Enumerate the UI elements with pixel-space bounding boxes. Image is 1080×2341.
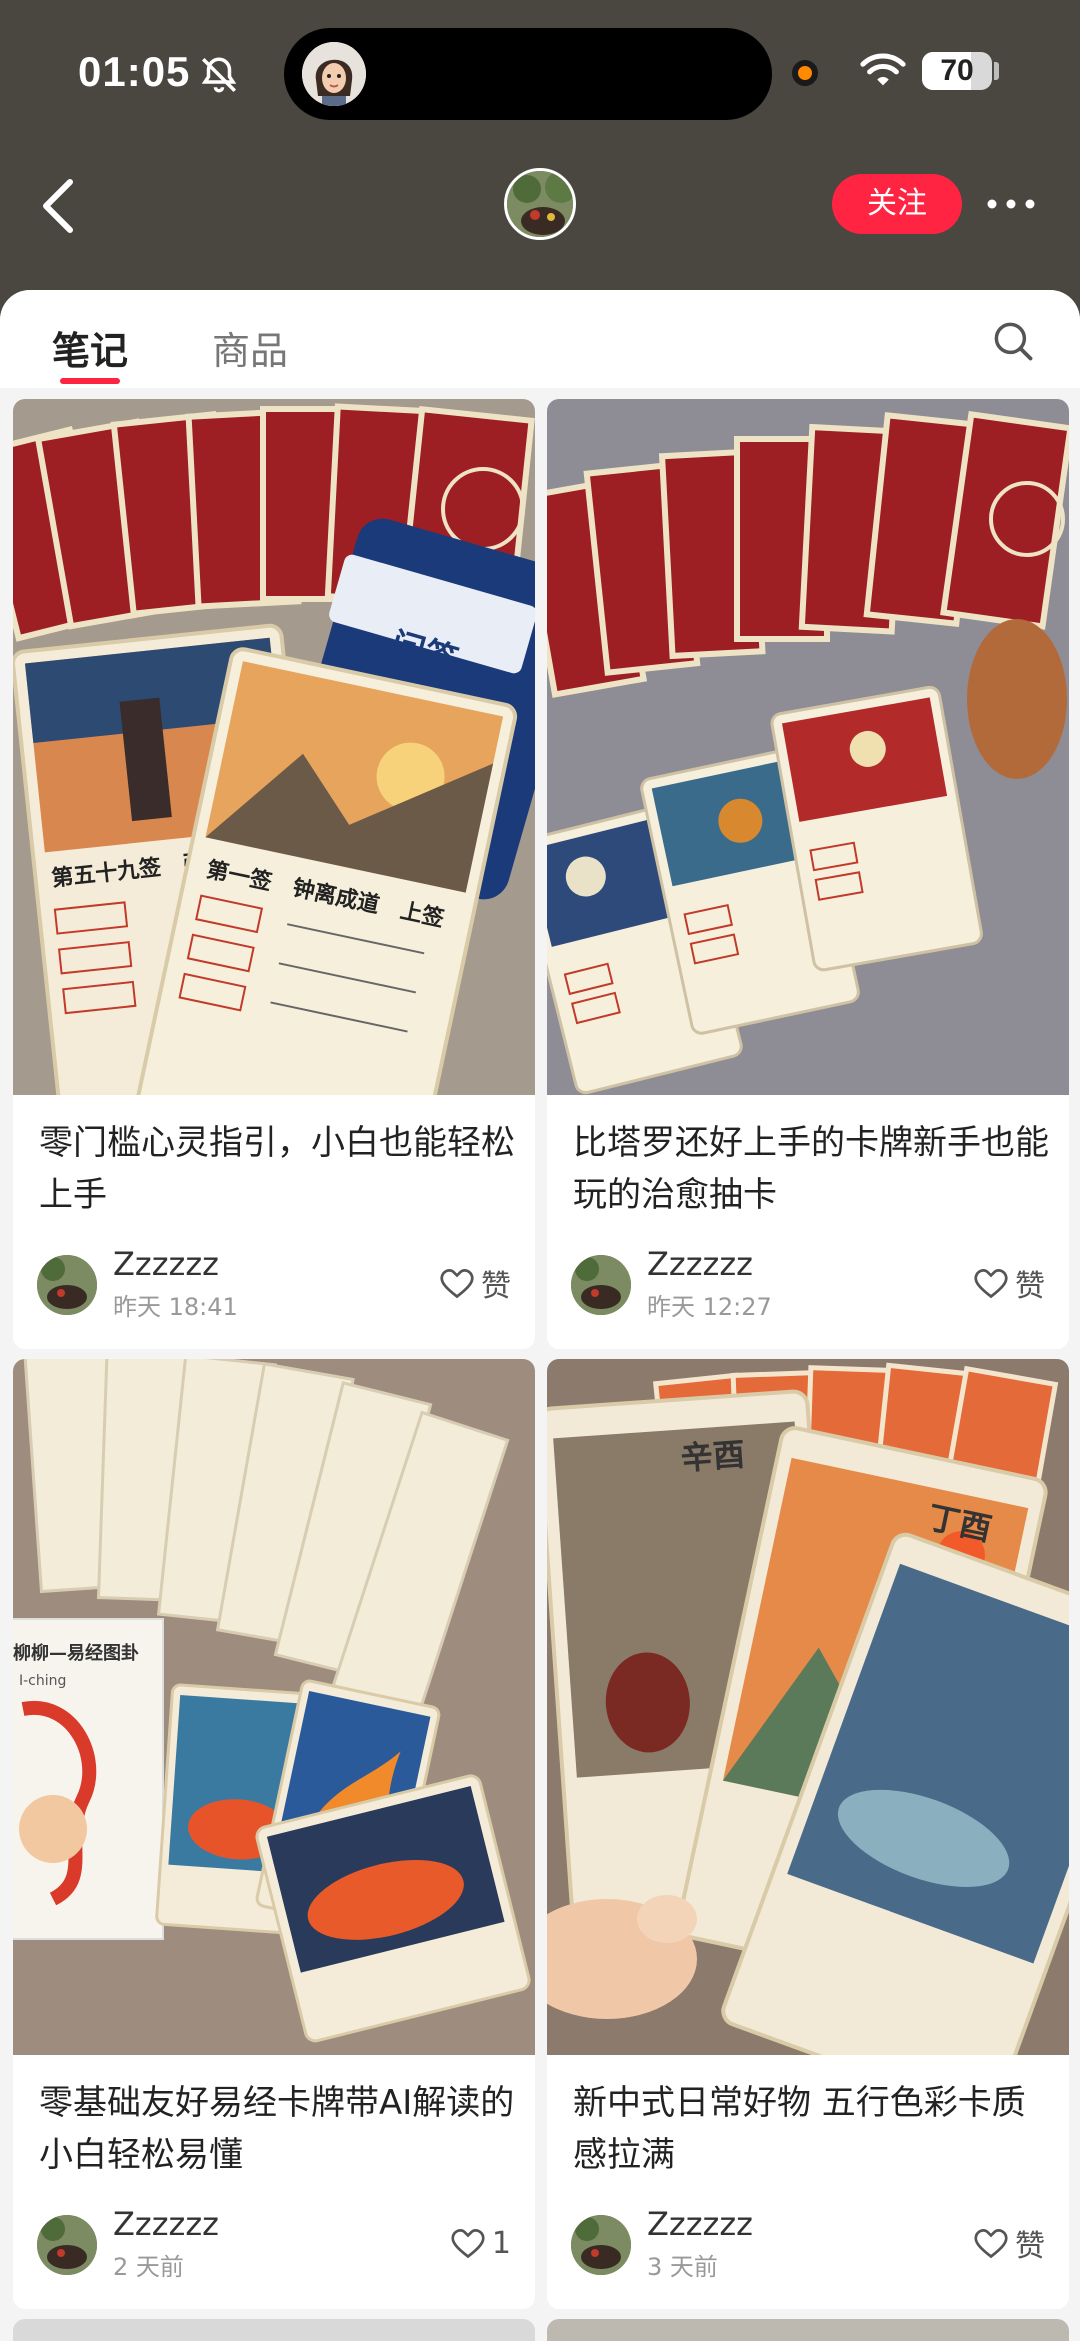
author-name[interactable]: Zzzzzz <box>113 1245 219 1283</box>
note-title[interactable]: 新中式日常好物 五行色彩卡质感拉满 <box>573 2077 1051 2181</box>
memoji-avatar <box>302 42 366 106</box>
like-button[interactable]: 1 <box>450 2223 511 2263</box>
author-avatar[interactable] <box>37 1255 97 1315</box>
like-count: 赞 <box>1015 1269 1045 1304</box>
note-card[interactable]: 辛酉 丁酉 辛亥 新中式日常好物 五行色彩卡质感 <box>547 1359 1069 2309</box>
box-title: 柳柳—易经图卦 <box>13 1642 139 1664</box>
back-icon[interactable] <box>38 176 78 236</box>
note-cover-image[interactable]: 柳柳—易经图卦 I-ching <box>13 1359 535 2055</box>
like-button[interactable]: 赞 <box>439 1263 511 1304</box>
like-count: 1 <box>491 2225 511 2261</box>
like-button[interactable]: 赞 <box>973 1263 1045 1304</box>
battery-indicator: 70 <box>922 52 992 90</box>
search-icon[interactable] <box>992 320 1034 362</box>
heart-icon <box>451 2229 485 2259</box>
note-card-partial[interactable] <box>13 2319 535 2341</box>
like-button[interactable]: 赞 <box>973 2223 1045 2264</box>
author-avatar[interactable] <box>571 2215 631 2275</box>
note-title[interactable]: 比塔罗还好上手的卡牌新手也能玩的治愈抽卡 <box>573 1117 1051 1221</box>
more-options-icon[interactable] <box>986 198 1036 210</box>
author-avatar[interactable] <box>571 1255 631 1315</box>
heart-icon <box>440 1269 474 1299</box>
note-time: 3 天前 <box>647 2253 718 2281</box>
heart-icon <box>974 2229 1008 2259</box>
note-cover-image[interactable]: 问签 第五十九签 张良隐 第一签 钟离成道 上签 <box>13 399 535 1095</box>
like-count: 赞 <box>481 1269 511 1304</box>
note-card[interactable]: 比塔罗还好上手的卡牌新手也能玩的治愈抽卡 Zzzzzz 昨天 12:27 赞 <box>547 399 1069 1349</box>
note-card-partial[interactable] <box>547 2319 1069 2341</box>
note-card[interactable]: 柳柳—易经图卦 I-ching 零基础友好易经卡牌带AI解读的小白轻松易懂 Zz… <box>13 1359 535 2309</box>
author-name[interactable]: Zzzzzz <box>113 2205 219 2243</box>
tab-active-indicator <box>60 378 120 384</box>
tab-products[interactable]: 商品 <box>212 320 288 375</box>
profile-avatar[interactable] <box>504 168 576 240</box>
battery-nub <box>994 62 999 80</box>
like-count: 赞 <box>1015 2229 1045 2264</box>
privacy-indicator <box>792 60 818 86</box>
heart-icon <box>974 1269 1008 1299</box>
note-time: 昨天 18:41 <box>113 1293 238 1321</box>
box-subtitle: I-ching <box>19 1673 66 1689</box>
battery-percent: 70 <box>940 54 974 87</box>
tab-notes[interactable]: 笔记 <box>52 320 128 375</box>
note-cover-image[interactable]: 辛酉 丁酉 辛亥 <box>547 1359 1069 2055</box>
note-time: 昨天 12:27 <box>647 1293 772 1321</box>
note-card[interactable]: 问签 第五十九签 张良隐 第一签 钟离成道 上签 零门槛心灵指引，小白也能轻松上… <box>13 399 535 1349</box>
follow-button[interactable]: 关注 <box>832 174 962 234</box>
card-print-label-1: 辛酉 <box>680 1435 747 1477</box>
note-time: 2 天前 <box>113 2253 184 2281</box>
author-name[interactable]: Zzzzzz <box>647 1245 753 1283</box>
content-sheet: 笔记 商品 问签 第五十九签 张良隐 第一签 钟离成道 上签 零门槛心灵指引，小… <box>0 290 1080 2341</box>
top-bar: 01:05 70 关注 <box>0 0 1080 300</box>
author-avatar[interactable] <box>37 2215 97 2275</box>
note-cover-image[interactable] <box>547 399 1069 1095</box>
tab-bar: 笔记 商品 <box>0 290 1080 388</box>
dynamic-island <box>284 28 772 120</box>
wifi-icon <box>860 53 906 86</box>
status-time: 01:05 <box>78 48 191 95</box>
note-title[interactable]: 零基础友好易经卡牌带AI解读的小白轻松易懂 <box>39 2077 517 2181</box>
author-name[interactable]: Zzzzzz <box>647 2205 753 2243</box>
bell-off-icon <box>201 57 237 93</box>
note-title[interactable]: 零门槛心灵指引，小白也能轻松上手 <box>39 1117 517 1221</box>
